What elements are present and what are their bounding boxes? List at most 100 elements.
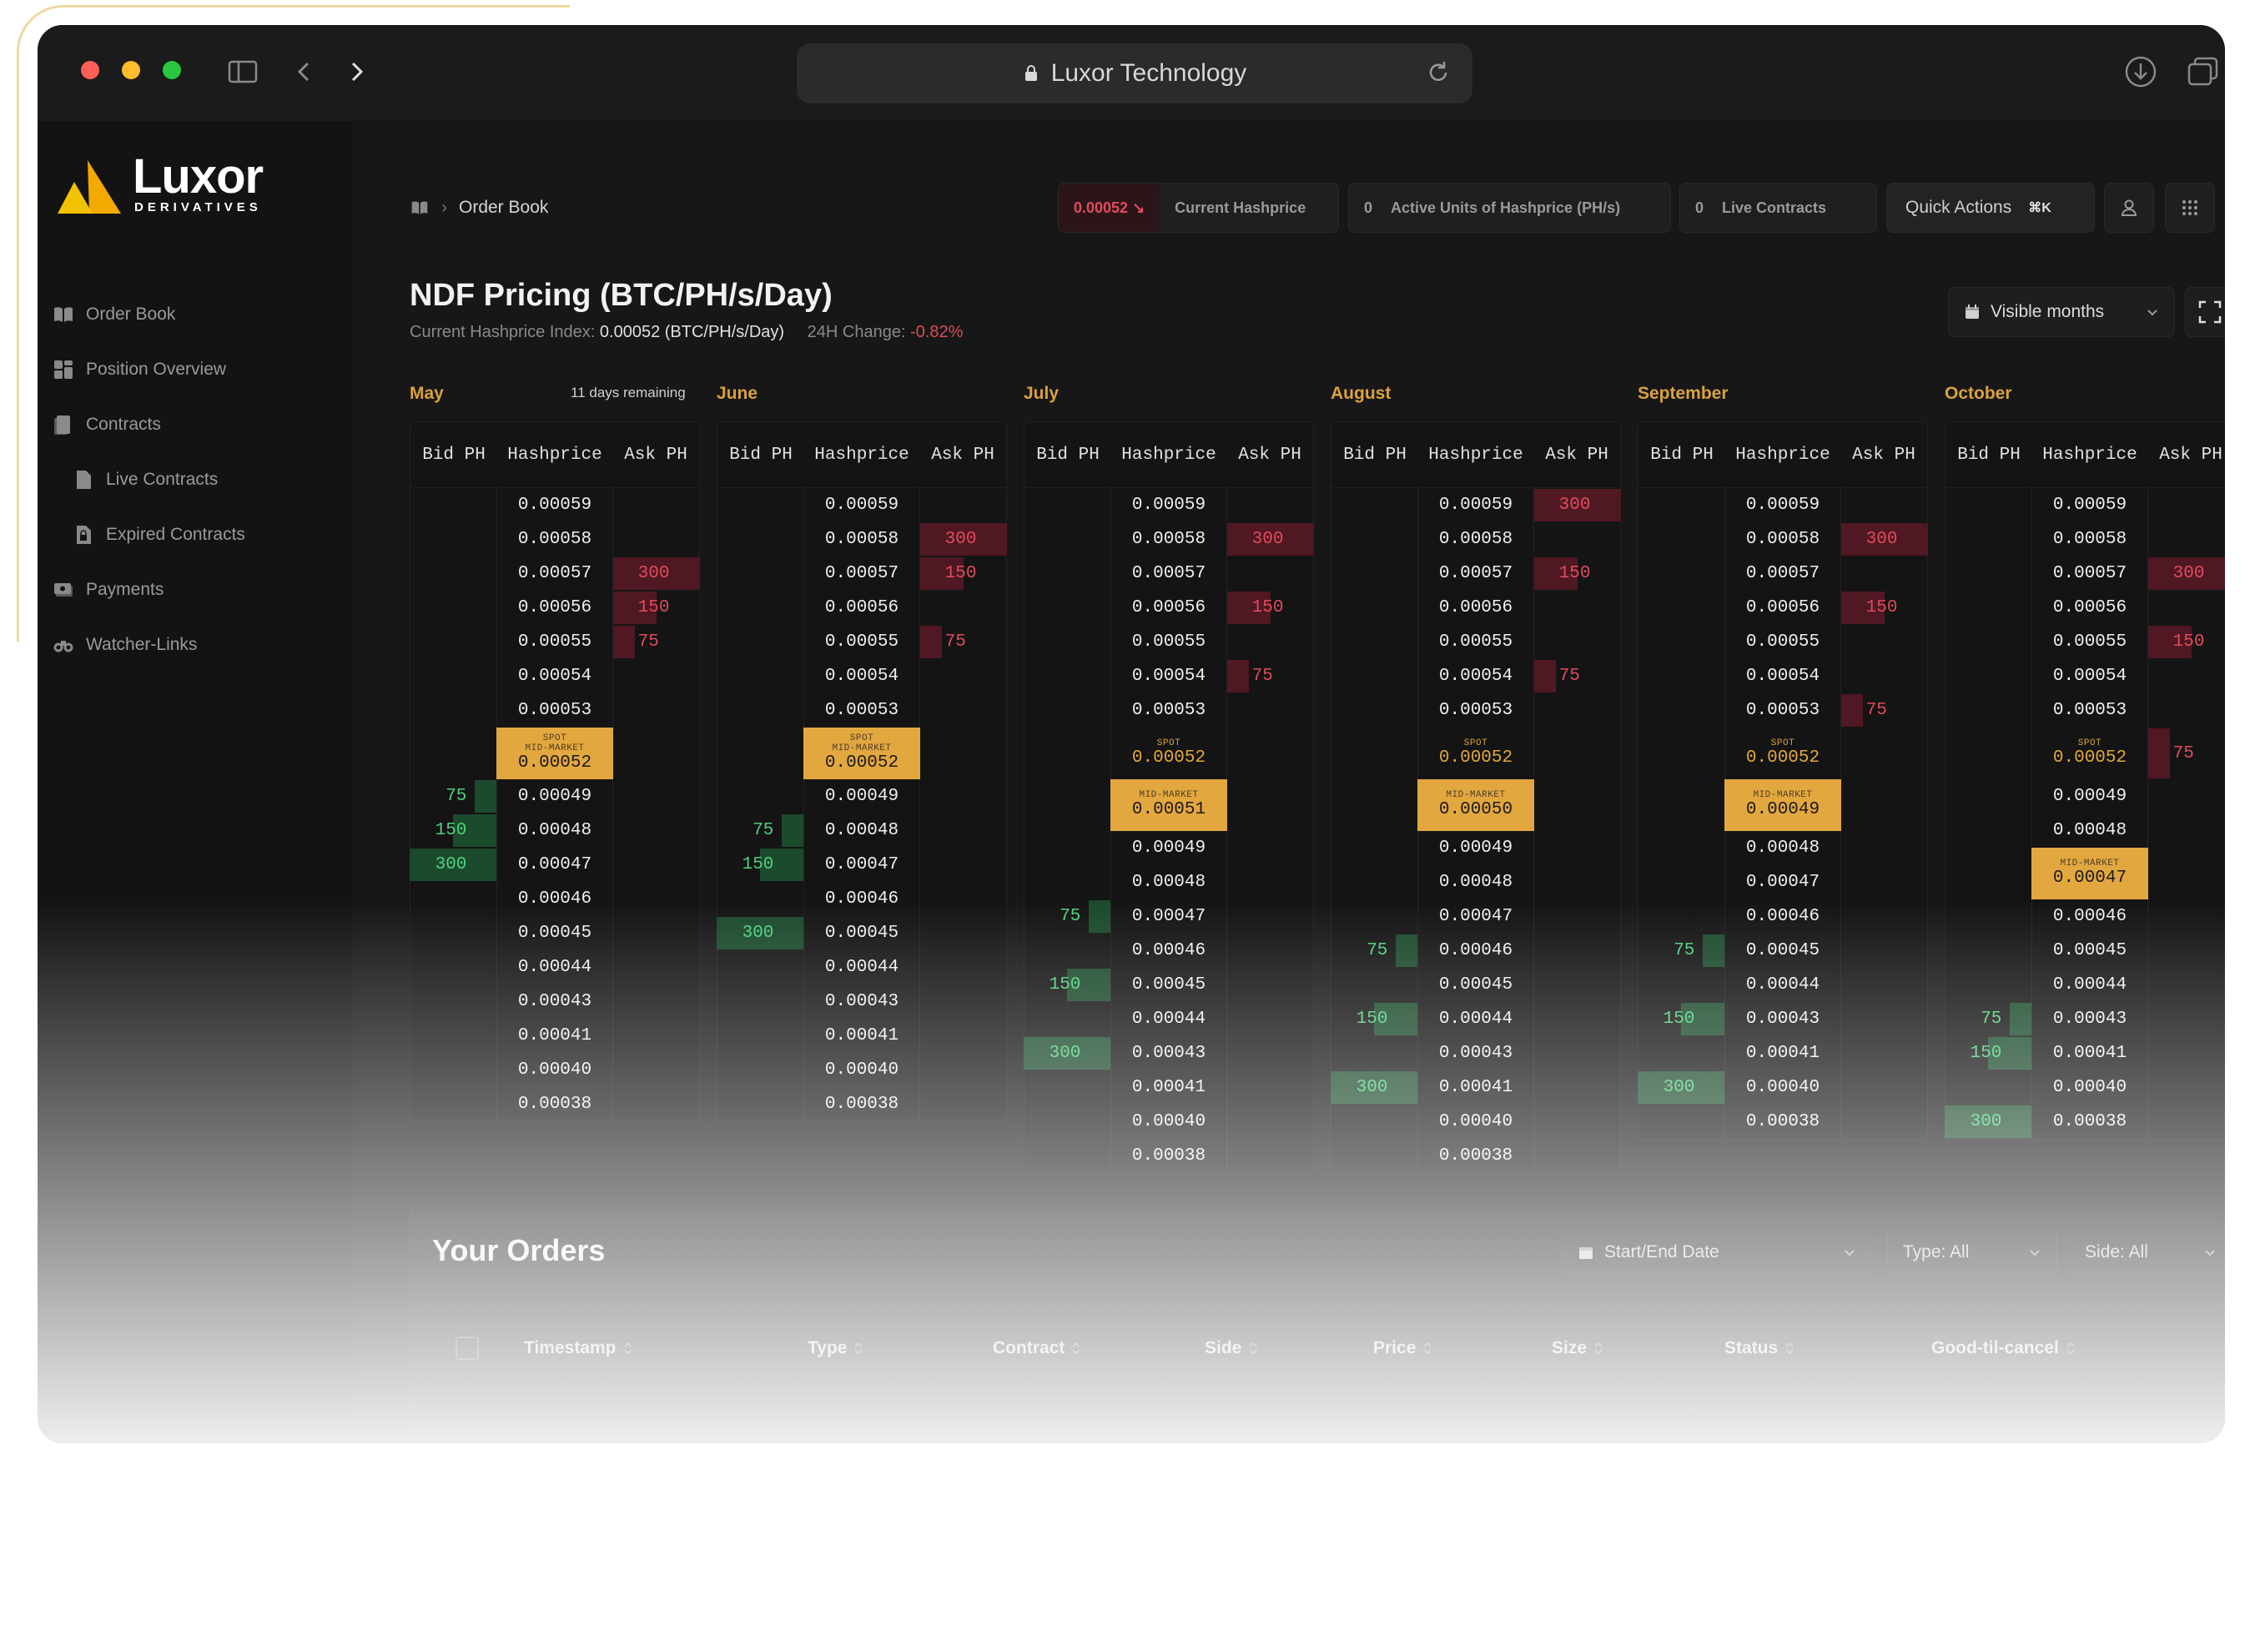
minimize-window-button[interactable] — [122, 61, 140, 79]
price-level-row[interactable]: 0.00045 — [410, 916, 699, 950]
bid-cell[interactable] — [1945, 899, 2031, 934]
bid-cell[interactable]: 75 — [1945, 1002, 2032, 1036]
bid-cell[interactable]: 75 — [1638, 934, 1725, 968]
ask-cell[interactable] — [2148, 899, 2225, 934]
price-level-row[interactable]: 75 0.00049 — [410, 779, 699, 813]
ask-cell[interactable] — [920, 1019, 1006, 1053]
ask-cell[interactable] — [1534, 779, 1620, 831]
sidebar-item-watcher-links[interactable]: Watcher-Links — [53, 628, 197, 662]
ask-cell[interactable] — [1227, 831, 1313, 865]
price-level-row[interactable]: 0.00043 — [717, 985, 1006, 1019]
ask-cell[interactable] — [1841, 968, 1927, 1002]
reload-icon[interactable] — [1424, 58, 1452, 87]
price-level-row[interactable]: 75 0.00045 — [1638, 934, 1927, 968]
live-contracts-stat[interactable]: 0 Live Contracts — [1679, 183, 1877, 233]
column-header-status[interactable]: Status — [1724, 1323, 1794, 1373]
price-level-row[interactable]: SPOT 0.00052 — [1331, 728, 1620, 779]
price-level-row[interactable]: 0.00054 — [1945, 659, 2225, 693]
ask-cell[interactable]: 300 — [1533, 488, 1621, 522]
ask-cell[interactable]: 300 — [612, 557, 700, 591]
ask-cell[interactable] — [1534, 1036, 1620, 1070]
price-level-row[interactable]: 0.00041 — [410, 1019, 699, 1053]
column-header-type[interactable]: Type — [808, 1323, 863, 1373]
bid-cell[interactable] — [1638, 865, 1724, 899]
price-level-row[interactable]: 0.00053 — [1331, 693, 1620, 728]
ask-cell[interactable]: 75 — [1840, 693, 1927, 728]
price-level-row[interactable]: 0.00055 — [1024, 625, 1313, 659]
sidebar-item-live-contracts[interactable]: Live Contracts — [73, 463, 218, 496]
ask-cell[interactable] — [1227, 934, 1313, 968]
bid-cell[interactable] — [1638, 693, 1724, 728]
price-level-row[interactable]: 150 0.00045 — [1024, 968, 1313, 1002]
price-level-row[interactable]: 0.00038 — [1331, 1139, 1620, 1173]
bid-cell[interactable] — [1331, 779, 1417, 831]
bid-cell[interactable] — [717, 591, 803, 625]
ask-cell[interactable] — [613, 1019, 699, 1053]
ask-cell[interactable] — [1227, 779, 1313, 831]
ask-cell[interactable]: 75 — [1226, 659, 1313, 693]
ask-cell[interactable] — [920, 813, 1006, 848]
price-level-row[interactable]: 300 0.00047 — [410, 848, 699, 882]
forward-arrow-icon[interactable] — [340, 55, 373, 88]
bid-cell[interactable] — [717, 557, 803, 591]
ask-cell[interactable] — [1841, 865, 1927, 899]
price-level-row[interactable]: 0.00053 — [1024, 693, 1313, 728]
price-level-row[interactable]: 0.00059 — [717, 488, 1006, 522]
ask-cell[interactable] — [1841, 1002, 1927, 1036]
bid-cell[interactable]: 75 — [1024, 899, 1111, 934]
ask-cell[interactable] — [1227, 1002, 1313, 1036]
price-level-row[interactable]: 0.00059 300 — [1331, 488, 1621, 522]
price-level-row[interactable]: 0.00044 — [1945, 968, 2225, 1002]
price-level-row[interactable]: 0.00040 — [717, 1053, 1006, 1087]
ask-cell[interactable]: 75 — [2147, 728, 2225, 779]
bid-cell[interactable]: 150 — [1945, 1036, 2032, 1070]
ask-cell[interactable] — [1534, 1105, 1620, 1139]
price-level-row[interactable]: 0.00055 — [1331, 625, 1620, 659]
bid-cell[interactable] — [1024, 522, 1110, 557]
ask-cell[interactable]: 150 — [1226, 591, 1313, 625]
bid-cell[interactable] — [1331, 728, 1417, 779]
price-level-row[interactable]: 0.00058 300 — [1638, 522, 1928, 557]
quick-actions-button[interactable]: Quick Actions ⌘K — [1886, 183, 2095, 233]
bid-cell[interactable]: 300 — [717, 916, 804, 950]
price-level-row[interactable]: 75 0.00047 — [1024, 899, 1313, 934]
book-icon[interactable] — [410, 199, 430, 217]
bid-cell[interactable] — [717, 1087, 803, 1121]
ask-cell[interactable] — [1227, 1105, 1313, 1139]
ask-cell[interactable] — [1534, 522, 1620, 557]
ask-cell[interactable] — [1841, 728, 1927, 779]
bid-cell[interactable] — [1024, 591, 1110, 625]
select-all-checkbox[interactable] — [456, 1337, 479, 1360]
ask-cell[interactable] — [1841, 625, 1927, 659]
price-level-row[interactable]: SPOT MID-MARKET 0.00052 — [410, 728, 699, 779]
ask-cell[interactable] — [920, 779, 1006, 813]
price-level-row[interactable]: 0.00040 — [1024, 1105, 1313, 1139]
ask-cell[interactable] — [1534, 1139, 1620, 1173]
bid-cell[interactable] — [1024, 934, 1110, 968]
ask-cell[interactable] — [613, 1087, 699, 1121]
back-arrow-icon[interactable] — [288, 55, 321, 88]
bid-cell[interactable]: 150 — [717, 848, 804, 882]
bid-cell[interactable] — [410, 950, 496, 985]
price-level-row[interactable]: 0.00048 — [1024, 865, 1313, 899]
bid-cell[interactable] — [410, 522, 496, 557]
ask-cell[interactable] — [920, 848, 1006, 882]
ask-cell[interactable] — [1534, 591, 1620, 625]
bid-cell[interactable] — [717, 693, 803, 728]
ask-cell[interactable] — [1534, 934, 1620, 968]
price-level-row[interactable]: 150 0.00048 — [410, 813, 699, 848]
price-level-row[interactable]: 0.00058 300 — [1024, 522, 1314, 557]
bid-cell[interactable] — [1024, 488, 1110, 522]
ask-cell[interactable] — [1534, 625, 1620, 659]
price-level-row[interactable]: 0.00056 — [717, 591, 1006, 625]
price-level-row[interactable]: MID-MARKET 0.00049 — [1638, 779, 1927, 831]
price-level-row[interactable]: 0.00038 — [717, 1087, 1006, 1121]
price-level-row[interactable]: 0.00040 — [1945, 1070, 2225, 1105]
ask-cell[interactable] — [613, 813, 699, 848]
ask-cell[interactable] — [1227, 1036, 1313, 1070]
bid-cell[interactable] — [717, 1053, 803, 1087]
bid-cell[interactable]: 300 — [1945, 1105, 2032, 1139]
ask-cell[interactable] — [2148, 659, 2225, 693]
price-level-row[interactable]: 0.00057 300 — [410, 557, 700, 591]
price-level-row[interactable]: 0.00058 300 — [717, 522, 1007, 557]
